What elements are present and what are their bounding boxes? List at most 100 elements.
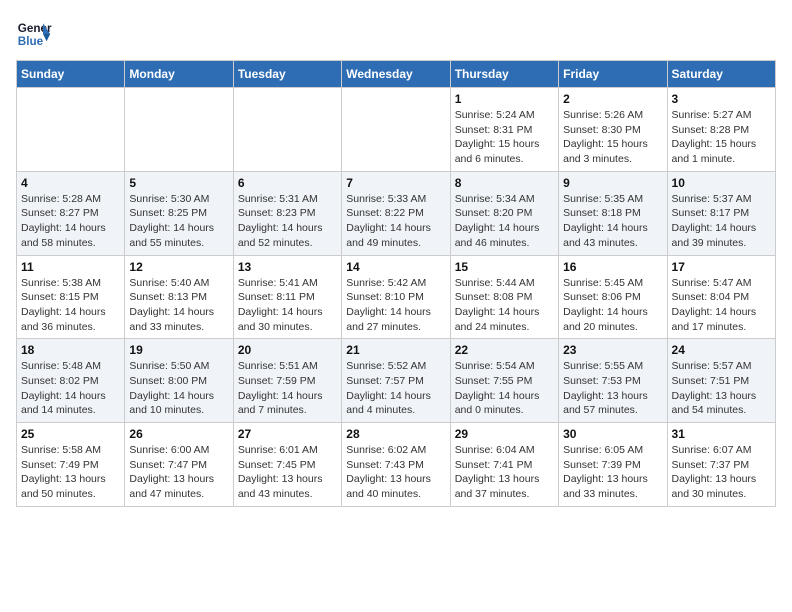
- calendar-cell: [17, 88, 125, 172]
- calendar-cell: 16 Sunrise: 5:45 AM Sunset: 8:06 PM Dayli…: [559, 255, 667, 339]
- calendar-cell: 24 Sunrise: 5:57 AM Sunset: 7:51 PM Dayli…: [667, 339, 775, 423]
- calendar-cell: [342, 88, 450, 172]
- logo: General Blue: [16, 16, 52, 52]
- calendar-cell: 4 Sunrise: 5:28 AM Sunset: 8:27 PM Daylig…: [17, 171, 125, 255]
- calendar-cell: [125, 88, 233, 172]
- day-number: 22: [455, 343, 554, 357]
- day-info: Sunrise: 5:41 AM Sunset: 8:11 PM Dayligh…: [238, 276, 337, 335]
- day-info: Sunrise: 5:34 AM Sunset: 8:20 PM Dayligh…: [455, 192, 554, 251]
- day-info: Sunrise: 5:33 AM Sunset: 8:22 PM Dayligh…: [346, 192, 445, 251]
- day-number: 20: [238, 343, 337, 357]
- calendar-cell: 14Sunrise: 5:42 AM Sunset: 8:10 PM Dayli…: [342, 255, 450, 339]
- calendar-cell: 10 Sunrise: 5:37 AM Sunset: 8:17 PM Dayli…: [667, 171, 775, 255]
- calendar-cell: 3Sunrise: 5:27 AM Sunset: 8:28 PM Daylig…: [667, 88, 775, 172]
- calendar-cell: 28 Sunrise: 6:02 AM Sunset: 7:43 PM Dayli…: [342, 423, 450, 507]
- calendar-cell: 20 Sunrise: 5:51 AM Sunset: 7:59 PM Dayli…: [233, 339, 341, 423]
- day-info: Sunrise: 5:38 AM Sunset: 8:15 PM Dayligh…: [21, 276, 120, 335]
- calendar-cell: 5 Sunrise: 5:30 AM Sunset: 8:25 PM Daylig…: [125, 171, 233, 255]
- week-row-4: 18Sunrise: 5:48 AM Sunset: 8:02 PM Dayli…: [17, 339, 776, 423]
- day-number: 5: [129, 176, 228, 190]
- day-number: 30: [563, 427, 662, 441]
- weekday-header-sunday: Sunday: [17, 61, 125, 88]
- day-info: Sunrise: 5:35 AM Sunset: 8:18 PM Dayligh…: [563, 192, 662, 251]
- week-row-3: 11 Sunrise: 5:38 AM Sunset: 8:15 PM Dayli…: [17, 255, 776, 339]
- calendar-cell: 31 Sunrise: 6:07 AM Sunset: 7:37 PM Dayli…: [667, 423, 775, 507]
- day-info: Sunrise: 6:02 AM Sunset: 7:43 PM Dayligh…: [346, 443, 445, 502]
- weekday-header-row: SundayMondayTuesdayWednesdayThursdayFrid…: [17, 61, 776, 88]
- week-row-2: 4 Sunrise: 5:28 AM Sunset: 8:27 PM Daylig…: [17, 171, 776, 255]
- day-info: Sunrise: 5:40 AM Sunset: 8:13 PM Dayligh…: [129, 276, 228, 335]
- day-number: 26: [129, 427, 228, 441]
- calendar-cell: 11 Sunrise: 5:38 AM Sunset: 8:15 PM Dayli…: [17, 255, 125, 339]
- day-number: 6: [238, 176, 337, 190]
- day-info: Sunrise: 5:45 AM Sunset: 8:06 PM Dayligh…: [563, 276, 662, 335]
- day-number: 31: [672, 427, 771, 441]
- day-number: 1: [455, 92, 554, 106]
- day-number: 17: [672, 260, 771, 274]
- calendar-cell: 23 Sunrise: 5:55 AM Sunset: 7:53 PM Dayli…: [559, 339, 667, 423]
- calendar-cell: 29 Sunrise: 6:04 AM Sunset: 7:41 PM Dayli…: [450, 423, 558, 507]
- day-number: 29: [455, 427, 554, 441]
- day-info: Sunrise: 5:37 AM Sunset: 8:17 PM Dayligh…: [672, 192, 771, 251]
- day-number: 13: [238, 260, 337, 274]
- day-info: Sunrise: 5:54 AM Sunset: 7:55 PM Dayligh…: [455, 359, 554, 418]
- calendar-cell: 21Sunrise: 5:52 AM Sunset: 7:57 PM Dayli…: [342, 339, 450, 423]
- page-header: General Blue: [16, 16, 776, 52]
- day-number: 4: [21, 176, 120, 190]
- day-info: Sunrise: 5:26 AM Sunset: 8:30 PM Dayligh…: [563, 108, 662, 167]
- day-number: 19: [129, 343, 228, 357]
- week-row-1: 1 Sunrise: 5:24 AM Sunset: 8:31 PM Daylig…: [17, 88, 776, 172]
- calendar-cell: 2 Sunrise: 5:26 AM Sunset: 8:30 PM Daylig…: [559, 88, 667, 172]
- day-number: 24: [672, 343, 771, 357]
- day-number: 28: [346, 427, 445, 441]
- calendar-table: SundayMondayTuesdayWednesdayThursdayFrid…: [16, 60, 776, 507]
- day-info: Sunrise: 5:57 AM Sunset: 7:51 PM Dayligh…: [672, 359, 771, 418]
- day-info: Sunrise: 6:07 AM Sunset: 7:37 PM Dayligh…: [672, 443, 771, 502]
- calendar-cell: 13 Sunrise: 5:41 AM Sunset: 8:11 PM Dayli…: [233, 255, 341, 339]
- weekday-header-wednesday: Wednesday: [342, 61, 450, 88]
- day-info: Sunrise: 5:58 AM Sunset: 7:49 PM Dayligh…: [21, 443, 120, 502]
- week-row-5: 25 Sunrise: 5:58 AM Sunset: 7:49 PM Dayli…: [17, 423, 776, 507]
- day-number: 14: [346, 260, 445, 274]
- day-number: 16: [563, 260, 662, 274]
- day-info: Sunrise: 5:28 AM Sunset: 8:27 PM Dayligh…: [21, 192, 120, 251]
- day-number: 25: [21, 427, 120, 441]
- day-info: Sunrise: 5:55 AM Sunset: 7:53 PM Dayligh…: [563, 359, 662, 418]
- calendar-cell: 7Sunrise: 5:33 AM Sunset: 8:22 PM Daylig…: [342, 171, 450, 255]
- calendar-cell: [233, 88, 341, 172]
- calendar-cell: 27Sunrise: 6:01 AM Sunset: 7:45 PM Dayli…: [233, 423, 341, 507]
- day-info: Sunrise: 5:51 AM Sunset: 7:59 PM Dayligh…: [238, 359, 337, 418]
- calendar-cell: 17 Sunrise: 5:47 AM Sunset: 8:04 PM Dayli…: [667, 255, 775, 339]
- weekday-header-saturday: Saturday: [667, 61, 775, 88]
- weekday-header-tuesday: Tuesday: [233, 61, 341, 88]
- day-number: 10: [672, 176, 771, 190]
- calendar-cell: 8 Sunrise: 5:34 AM Sunset: 8:20 PM Daylig…: [450, 171, 558, 255]
- calendar-cell: 26 Sunrise: 6:00 AM Sunset: 7:47 PM Dayli…: [125, 423, 233, 507]
- day-info: Sunrise: 6:04 AM Sunset: 7:41 PM Dayligh…: [455, 443, 554, 502]
- day-number: 23: [563, 343, 662, 357]
- day-number: 15: [455, 260, 554, 274]
- day-info: Sunrise: 6:05 AM Sunset: 7:39 PM Dayligh…: [563, 443, 662, 502]
- calendar-cell: 9 Sunrise: 5:35 AM Sunset: 8:18 PM Daylig…: [559, 171, 667, 255]
- day-info: Sunrise: 6:00 AM Sunset: 7:47 PM Dayligh…: [129, 443, 228, 502]
- day-number: 11: [21, 260, 120, 274]
- day-number: 2: [563, 92, 662, 106]
- calendar-cell: 18Sunrise: 5:48 AM Sunset: 8:02 PM Dayli…: [17, 339, 125, 423]
- day-info: Sunrise: 5:44 AM Sunset: 8:08 PM Dayligh…: [455, 276, 554, 335]
- day-info: Sunrise: 5:30 AM Sunset: 8:25 PM Dayligh…: [129, 192, 228, 251]
- calendar-cell: 1 Sunrise: 5:24 AM Sunset: 8:31 PM Daylig…: [450, 88, 558, 172]
- day-number: 8: [455, 176, 554, 190]
- day-number: 12: [129, 260, 228, 274]
- calendar-cell: 30 Sunrise: 6:05 AM Sunset: 7:39 PM Dayli…: [559, 423, 667, 507]
- svg-text:Blue: Blue: [18, 35, 44, 48]
- calendar-cell: 15 Sunrise: 5:44 AM Sunset: 8:08 PM Dayli…: [450, 255, 558, 339]
- day-info: Sunrise: 5:24 AM Sunset: 8:31 PM Dayligh…: [455, 108, 554, 167]
- calendar-cell: 22 Sunrise: 5:54 AM Sunset: 7:55 PM Dayli…: [450, 339, 558, 423]
- logo-icon: General Blue: [16, 16, 52, 52]
- calendar-cell: 12 Sunrise: 5:40 AM Sunset: 8:13 PM Dayli…: [125, 255, 233, 339]
- day-info: Sunrise: 5:47 AM Sunset: 8:04 PM Dayligh…: [672, 276, 771, 335]
- day-number: 9: [563, 176, 662, 190]
- day-number: 3: [672, 92, 771, 106]
- day-info: Sunrise: 5:31 AM Sunset: 8:23 PM Dayligh…: [238, 192, 337, 251]
- day-number: 27: [238, 427, 337, 441]
